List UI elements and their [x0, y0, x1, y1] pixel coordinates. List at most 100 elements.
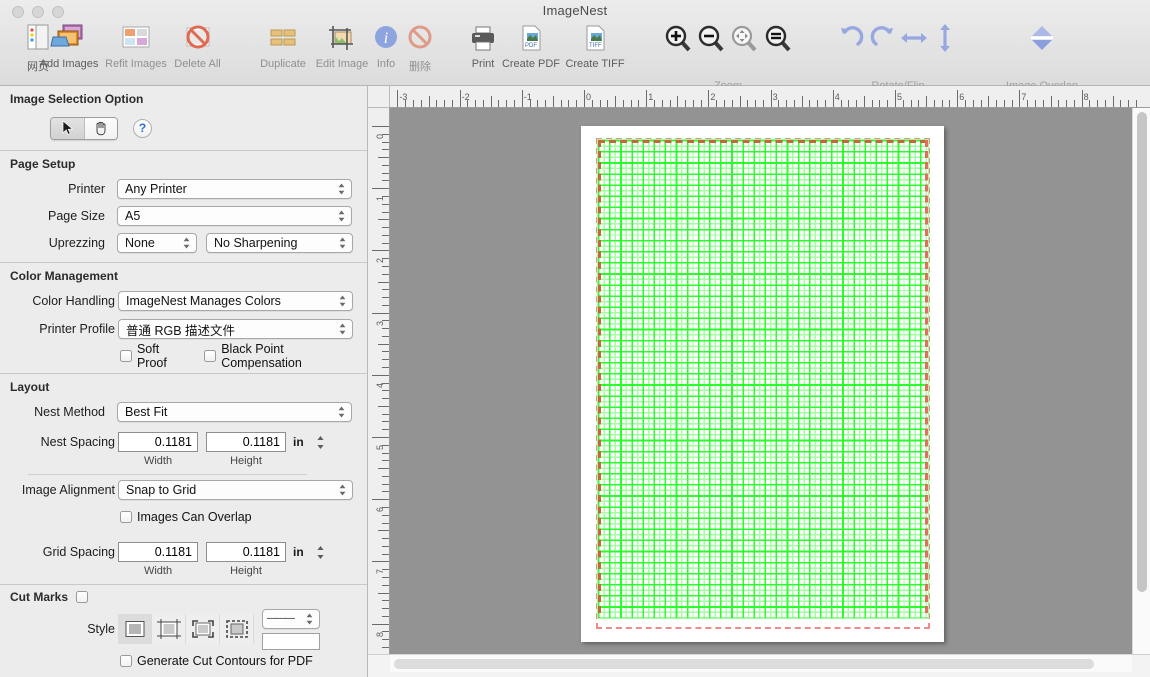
cut-mark-line-style-value: ———	[267, 613, 295, 624]
chevron-updown-icon	[338, 183, 345, 194]
grid-spacing-unit-stepper[interactable]	[315, 544, 326, 561]
cut-mark-color-swatch[interactable]	[262, 632, 320, 650]
row-cut-marks-header: Cut Marks	[0, 585, 367, 609]
toolbar-button-rotate-left[interactable]	[836, 20, 866, 56]
toolbar-button-delete[interactable]: 删除	[402, 20, 438, 74]
toolbar-button-create-pdf[interactable]: PDF Create PDF	[497, 20, 565, 70]
toolbar-button-edit-image[interactable]: Edit Image	[310, 20, 374, 70]
hand-tool-icon[interactable]	[84, 117, 117, 139]
nest-spacing-width-input[interactable]: 0.1181	[118, 432, 198, 452]
horizontal-scrollbar-thumb[interactable]	[394, 659, 1094, 669]
toolbar-button-flip-vertical[interactable]	[930, 20, 960, 56]
cutmark-corner-icon[interactable]	[186, 614, 220, 644]
grid-image[interactable]	[597, 139, 929, 619]
cut-marks-checkbox[interactable]	[76, 591, 89, 603]
generate-cut-contours-checkbox[interactable]	[120, 655, 132, 667]
toolbar-button-rotate-right[interactable]	[868, 20, 898, 56]
arrow-cursor-icon[interactable]	[51, 117, 84, 139]
ruler-tick-minor	[747, 100, 749, 107]
ruler-tick-minor	[382, 639, 389, 641]
ruler-tick-minor	[692, 100, 694, 107]
toolbar-button-zoom-fit[interactable]	[728, 20, 760, 56]
black-point-compensation-checkbox[interactable]	[204, 350, 217, 362]
ruler-tick-minor	[1120, 100, 1122, 107]
chevron-updown-icon	[339, 237, 346, 248]
toolbar-button-zoom-in[interactable]	[662, 20, 694, 56]
ruler-tick-minor	[1050, 96, 1052, 107]
selection-tool-segmented-control[interactable]	[50, 116, 118, 140]
nest-spacing-height-input[interactable]: 0.1181	[206, 432, 286, 452]
vertical-scrollbar[interactable]	[1132, 108, 1150, 654]
toolbar-button-refit-images[interactable]: Refit Images	[100, 20, 172, 70]
vertical-ruler[interactable]: 012345678	[368, 108, 390, 654]
row-images-can-overlap: Images Can Overlap	[0, 505, 367, 529]
toolbar-label-edit-image: Edit Image	[315, 58, 369, 70]
ruler-tick-minor	[622, 100, 624, 107]
grid-spacing-height-sublabel: Height	[230, 564, 262, 577]
grid-spacing-width-input[interactable]: 0.1181	[118, 542, 198, 562]
cutmark-dashed-icon[interactable]	[220, 614, 254, 644]
grid-spacing-height-input[interactable]: 0.1181	[206, 542, 286, 562]
toolbar-button-image-overlap[interactable]	[1026, 20, 1058, 56]
toolbar-button-zoom-out[interactable]	[695, 20, 727, 56]
sharpening-select[interactable]: No Sharpening	[206, 232, 353, 253]
ruler-tick-minor	[988, 96, 990, 107]
ruler-tick-minor	[382, 522, 389, 524]
ruler-label: 8	[1083, 92, 1089, 102]
ruler-tick-minor	[1034, 100, 1036, 107]
ruler-tick-minor	[378, 592, 389, 594]
toolbar-button-flip-horizontal[interactable]	[898, 20, 930, 56]
toolbar-button-info[interactable]: i Info	[370, 20, 402, 70]
ruler-tick-minor	[382, 297, 389, 299]
chevron-updown-icon	[338, 210, 345, 221]
ruler-tick-minor	[879, 100, 881, 107]
cutmark-crop-icon[interactable]	[152, 614, 186, 644]
ruler-tick-major	[895, 90, 896, 107]
ruler-tick-minor	[382, 390, 389, 392]
cut-mark-line-style-select[interactable]: ———	[262, 608, 320, 629]
chevron-updown-icon	[306, 613, 313, 624]
toolbar-button-duplicate[interactable]: Duplicate	[250, 20, 316, 70]
toolbar-button-create-tiff[interactable]: TIFF Create TIFF	[560, 20, 630, 70]
ruler-tick-minor	[996, 100, 998, 107]
ruler-tick-minor	[972, 100, 974, 107]
rotate-right-icon	[869, 20, 897, 56]
ruler-tick-major	[708, 90, 710, 107]
ruler-tick-minor	[700, 100, 702, 107]
printer-value: Any Printer	[125, 181, 187, 196]
page-size-select[interactable]: A5	[117, 205, 352, 226]
ruler-tick-minor	[1128, 100, 1130, 107]
images-can-overlap-checkbox[interactable]	[120, 511, 132, 523]
nest-spacing-unit-stepper[interactable]	[315, 434, 326, 451]
printer-profile-select[interactable]: 普通 RGB 描述文件	[118, 319, 353, 339]
ruler-tick-minor	[382, 514, 389, 516]
nest-method-select[interactable]: Best Fit	[117, 401, 352, 422]
toolbar-button-add-images[interactable]: Add Images	[35, 20, 103, 70]
horizontal-ruler[interactable]: -3 -2 -1 0 1 2 3 4 5 6 7 8	[390, 86, 1150, 108]
delete-all-icon	[182, 20, 214, 56]
ruler-tick-minor	[1112, 96, 1114, 107]
ruler-tick-minor	[949, 100, 951, 107]
page-preview[interactable]	[581, 126, 944, 642]
image-alignment-select[interactable]: Snap to Grid	[118, 480, 353, 500]
print-icon	[468, 20, 498, 56]
horizontal-scrollbar[interactable]	[390, 654, 1132, 672]
toolbar-button-zoom-actual[interactable]	[762, 20, 794, 56]
uprezzing-select[interactable]: None	[117, 232, 197, 253]
printer-profile-value: 普通 RGB 描述文件	[126, 323, 236, 338]
toolbar-button-delete-all[interactable]: Delete All	[165, 20, 230, 70]
soft-proof-checkbox[interactable]	[120, 350, 132, 362]
color-handling-select[interactable]: ImageNest Manages Colors	[118, 290, 353, 311]
canvas-area[interactable]	[390, 108, 1132, 654]
cutmark-none-icon[interactable]	[118, 614, 152, 644]
cut-mark-style-buttons[interactable]	[118, 614, 254, 644]
vertical-scrollbar-thumb[interactable]	[1137, 112, 1147, 592]
ruler-tick-minor	[1027, 100, 1029, 107]
ruler-tick-minor	[1003, 100, 1005, 107]
svg-text:PDF: PDF	[525, 43, 537, 49]
ruler-tick-minor	[382, 289, 389, 291]
printer-select[interactable]: Any Printer	[117, 178, 352, 199]
help-button[interactable]: ?	[133, 118, 152, 138]
ruler-tick-minor	[378, 281, 389, 283]
ruler-tick-major	[584, 90, 585, 107]
